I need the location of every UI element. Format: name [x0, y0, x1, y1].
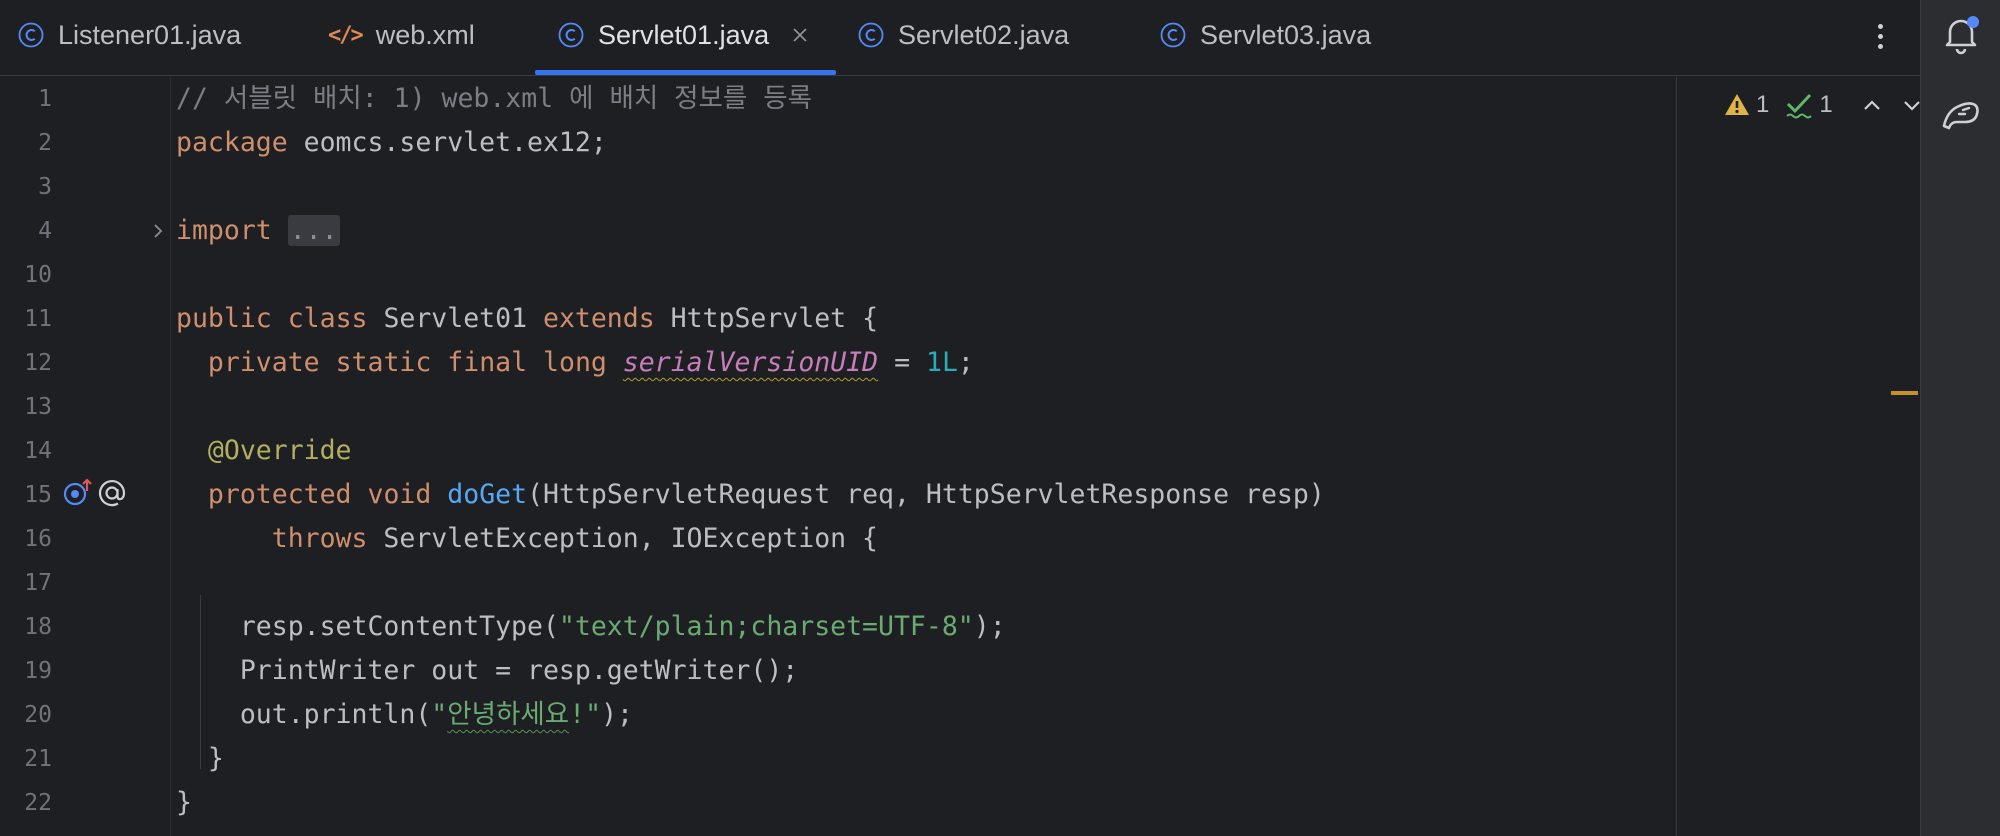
notification-bell-icon[interactable] [1939, 12, 1983, 56]
java-class-icon [558, 22, 584, 48]
gutter-separator [170, 77, 171, 836]
close-icon[interactable] [791, 26, 809, 44]
line-number: 3 [38, 174, 52, 200]
tab-label: web.xml [375, 19, 475, 50]
line-number: 10 [24, 262, 52, 288]
code-line: protected void doGet(HttpServletRequest … [207, 479, 1325, 510]
code-line: PrintWriter out = resp.getWriter(); [239, 655, 799, 686]
line-number: 18 [24, 614, 52, 640]
line-number: 16 [24, 526, 52, 552]
code-line: // 서블릿 배치: 1) web.xml 에 배치 정보를 등록 [176, 83, 813, 114]
tab-servlet01-java[interactable]: Servlet01.java [558, 0, 809, 70]
line-number: 21 [24, 746, 52, 772]
right-margin-guide [1676, 77, 1677, 836]
tab-servlet02-java[interactable]: Servlet02.java [858, 0, 1069, 70]
annotation-icon[interactable] [96, 477, 128, 509]
tab-label: Listener01.java [58, 19, 242, 50]
line-number: 2 [38, 130, 52, 156]
line-number: 11 [24, 306, 52, 332]
line-number: 4 [38, 218, 52, 244]
code-line: out.println("안녕하세요!"); [239, 699, 633, 730]
ai-assistant-icon[interactable] [1939, 92, 1983, 136]
code-line: import ... [176, 215, 340, 246]
code-line: @Override [207, 435, 352, 466]
tab-label: Servlet03.java [1200, 19, 1372, 50]
java-class-icon [858, 22, 884, 48]
overrides-method-icon[interactable] [62, 477, 94, 509]
line-number: 15 [24, 482, 52, 508]
typo-count: 1 [1819, 91, 1833, 118]
code-line: public class Servlet01 extends HttpServl… [176, 303, 879, 334]
line-number: 17 [24, 570, 52, 596]
line-number: 19 [24, 658, 52, 684]
active-tab-indicator [535, 70, 836, 75]
tab-label: Servlet02.java [898, 19, 1070, 50]
line-number: 1 [38, 86, 52, 112]
code-line: private static final long serialVersionU… [207, 347, 974, 378]
code-line: resp.setContentType("text/plain;charset=… [239, 611, 1006, 642]
editor-tab-bar: Listener01.java </> web.xml Servlet01.ja… [0, 0, 1920, 76]
code-editor[interactable]: 1 2 3 4 10 11 12 13 14 15 16 17 18 19 20 21 22 1 1 [0, 77, 1920, 836]
tab-listener01-java[interactable]: Listener01.java [18, 0, 241, 70]
code-line: } [176, 743, 224, 774]
right-tool-strip [1920, 0, 2000, 836]
tab-web-xml[interactable]: </> web.xml [328, 0, 475, 70]
more-vertical-icon[interactable] [1864, 16, 1896, 56]
warning-count: 1 [1756, 91, 1770, 118]
tab-label: Servlet01.java [598, 19, 770, 50]
previous-problem-icon[interactable] [1861, 94, 1883, 116]
line-number: 22 [24, 790, 52, 816]
line-number: 14 [24, 438, 52, 464]
java-class-icon [1160, 22, 1186, 48]
code-line: } [176, 787, 192, 818]
inspection-widget[interactable]: 1 1 [1724, 85, 1923, 125]
fold-chevron-icon[interactable] [148, 221, 168, 241]
warning-stripe-mark[interactable] [1891, 391, 1918, 395]
line-number: 20 [24, 702, 52, 728]
xml-icon: </> [328, 22, 364, 48]
code-line: package eomcs.servlet.ex12; [176, 127, 607, 158]
typo-check-icon [1786, 93, 1813, 119]
code-line: throws ServletException, IOException { [271, 523, 879, 554]
line-number: 12 [24, 350, 52, 376]
line-number-gutter: 1 2 3 4 10 11 12 13 14 15 16 17 18 19 20 21 22 [0, 77, 170, 836]
line-number: 13 [24, 394, 52, 420]
next-problem-icon[interactable] [1901, 94, 1923, 116]
tab-servlet03-java[interactable]: Servlet03.java [1160, 0, 1371, 70]
java-class-icon [18, 22, 44, 48]
warning-icon [1725, 94, 1749, 115]
folded-imports[interactable]: ... [287, 215, 340, 246]
